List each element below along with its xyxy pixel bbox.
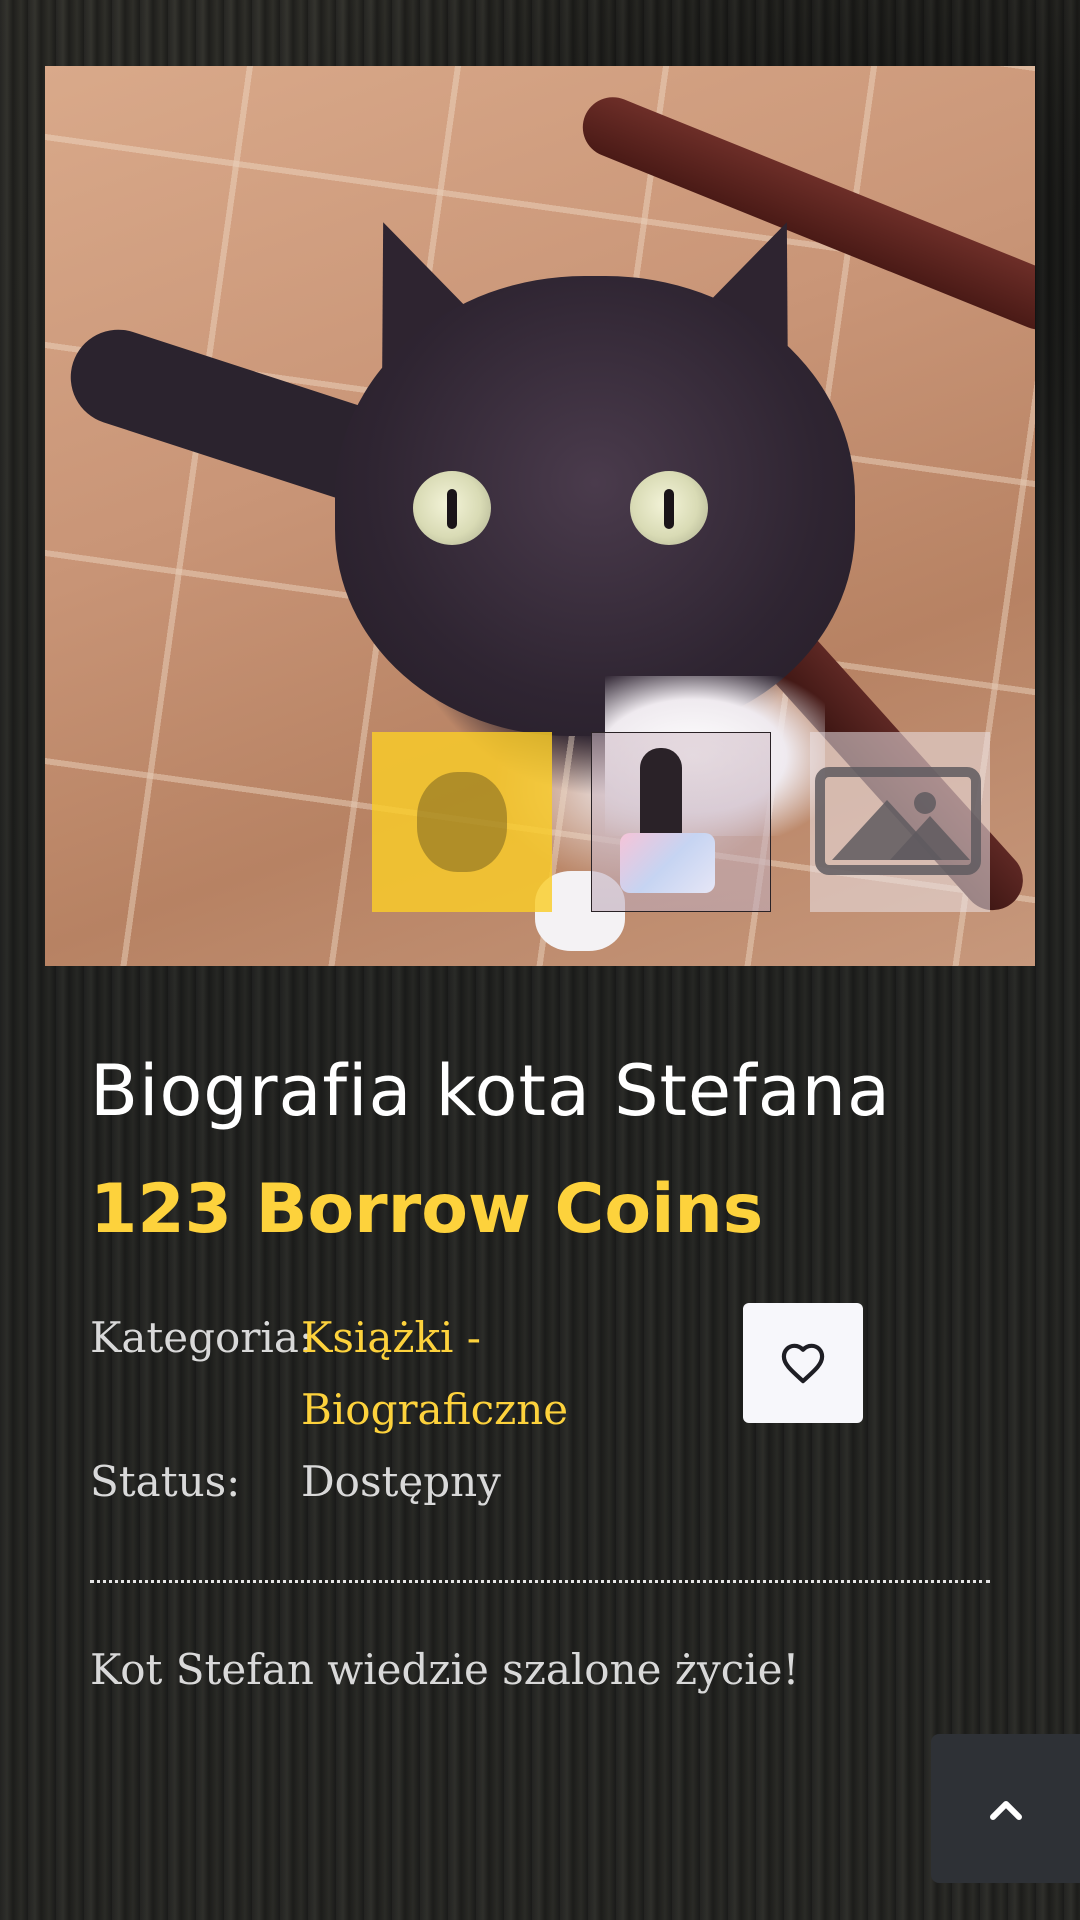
- cat-eye: [413, 471, 491, 545]
- product-title: Biografia kota Stefana: [90, 1050, 891, 1132]
- status-value: Dostępny: [301, 1457, 501, 1506]
- chevron-up-icon: [989, 1800, 1022, 1820]
- favorite-button[interactable]: [743, 1303, 863, 1423]
- product-description: Kot Stefan wiedzie szalone życie!: [90, 1645, 800, 1694]
- gallery-thumbnail-1[interactable]: [372, 732, 552, 912]
- category-label: Kategoria:: [90, 1313, 314, 1362]
- status-label: Status:: [90, 1457, 241, 1506]
- category-link[interactable]: Książki -: [301, 1302, 481, 1374]
- gallery-thumbnail-3[interactable]: [810, 732, 990, 912]
- section-divider: [90, 1580, 990, 1583]
- product-price: 123 Borrow Coins: [90, 1170, 764, 1249]
- heart-icon: [781, 1343, 825, 1384]
- cat-eye: [630, 471, 708, 545]
- category-link-continued[interactable]: Biograficzne: [301, 1374, 568, 1446]
- scroll-to-top-button[interactable]: [931, 1734, 1080, 1883]
- gallery-thumbnail-2[interactable]: [591, 732, 771, 912]
- product-main-image: [45, 66, 1035, 966]
- cloth-image: [620, 833, 715, 893]
- cat-thumbnail-image: [417, 772, 507, 872]
